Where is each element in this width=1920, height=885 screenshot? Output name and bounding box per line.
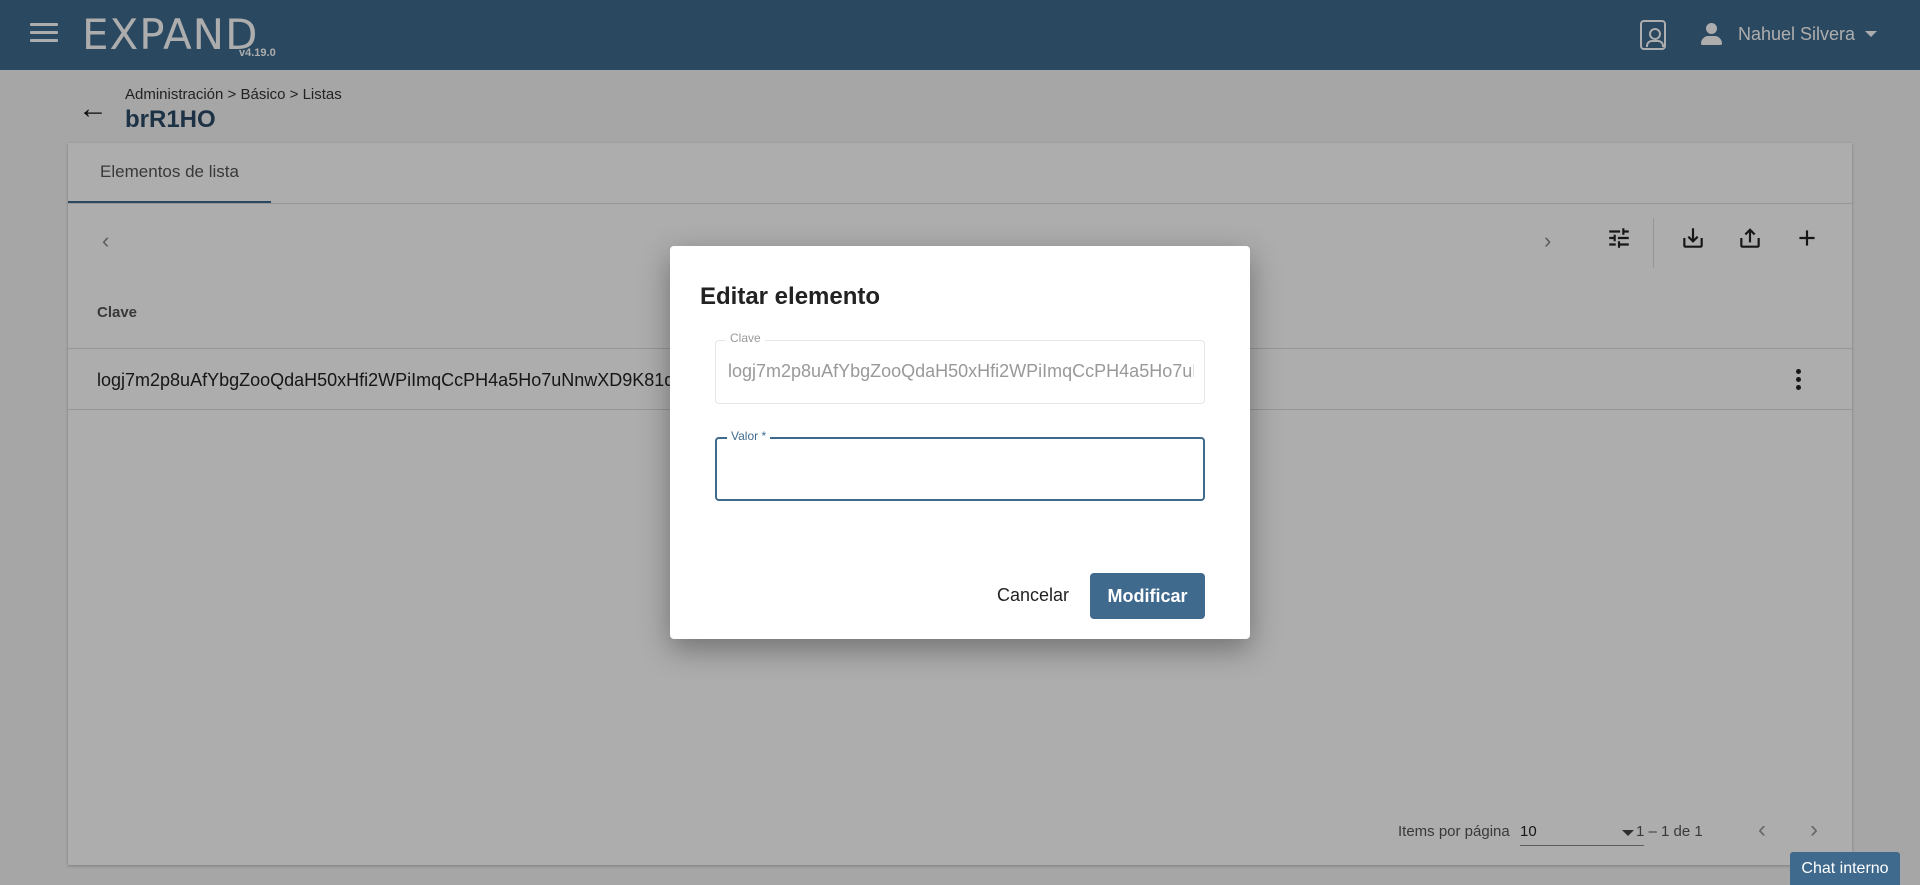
valor-input[interactable] [727, 451, 1193, 487]
valor-label: Valor * [727, 429, 771, 443]
clave-label: Clave [726, 331, 765, 345]
clave-value: logj7m2p8uAfYbgZooQdaH50xHfi2WPiImqCcPH4… [728, 361, 1194, 381]
clave-field: Clave logj7m2p8uAfYbgZooQdaH50xHfi2WPiIm… [715, 331, 1205, 404]
chat-interno-button[interactable]: Chat interno [1790, 852, 1900, 885]
dialog-title: Editar elemento [700, 283, 881, 310]
edit-element-dialog: Editar elemento Clave logj7m2p8uAfYbgZoo… [670, 246, 1250, 639]
valor-field[interactable]: Valor * [715, 429, 1205, 501]
modify-button[interactable]: Modificar [1090, 573, 1205, 619]
cancel-button[interactable]: Cancelar [985, 573, 1081, 618]
